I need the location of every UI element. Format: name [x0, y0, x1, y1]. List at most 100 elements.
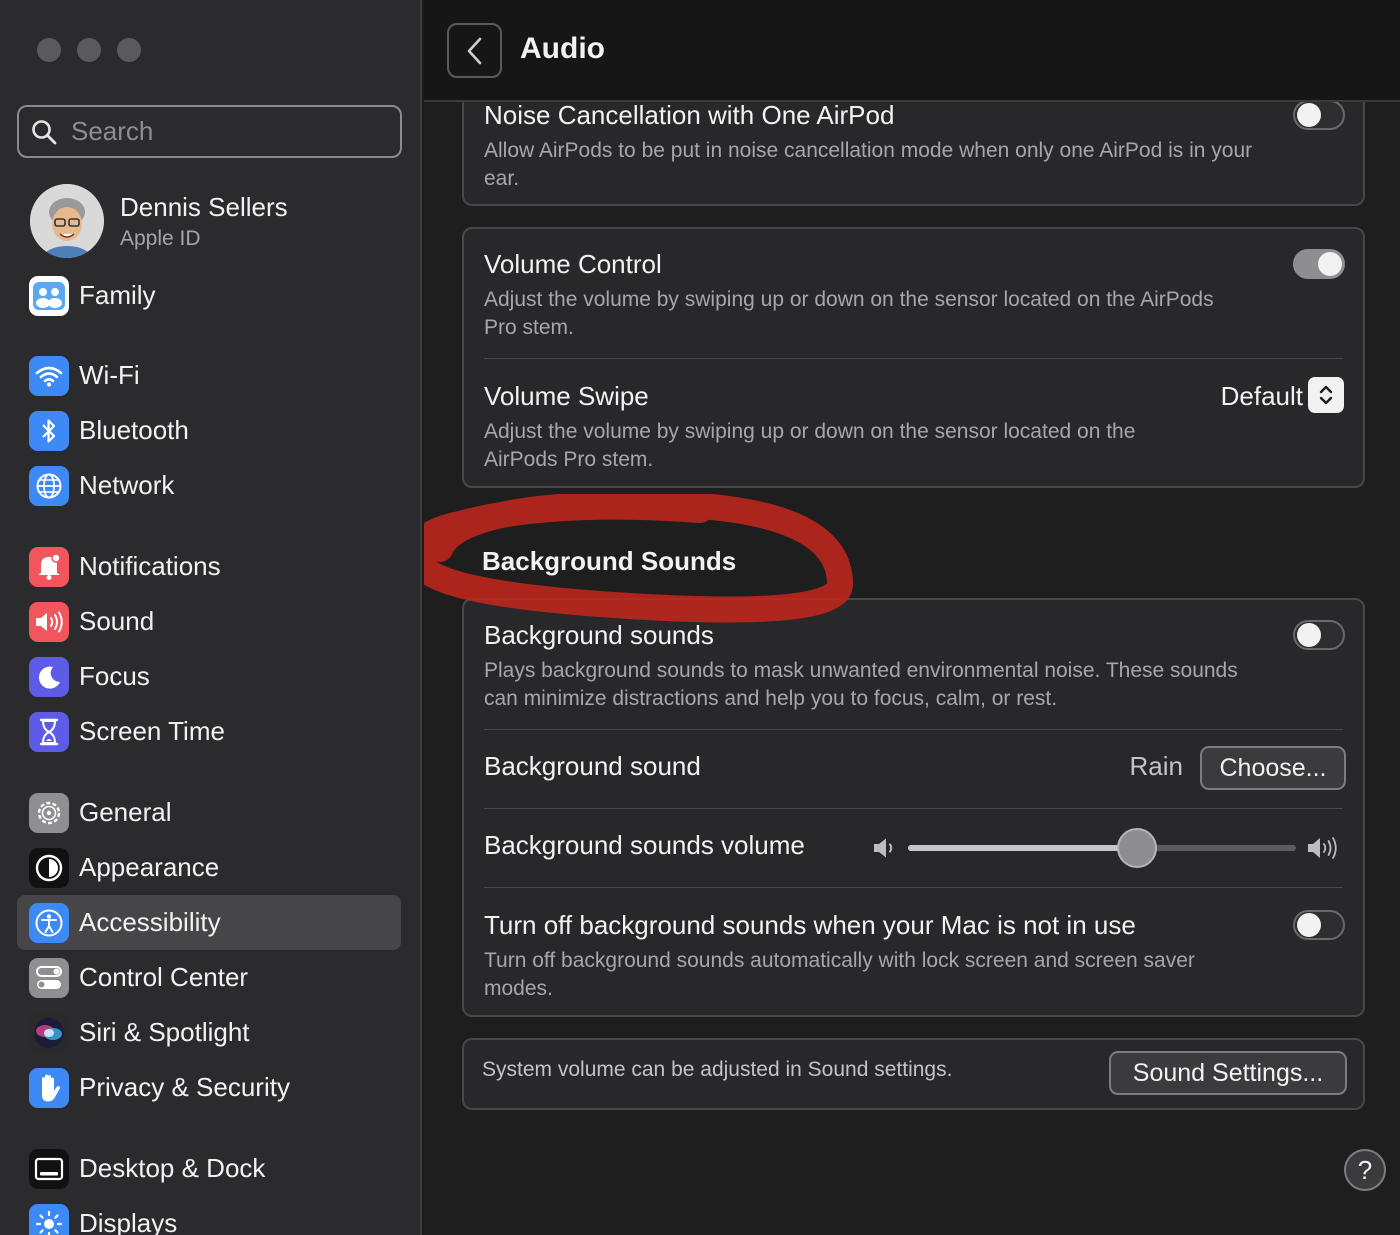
row-title: Volume Swipe: [484, 381, 649, 411]
search-field[interactable]: [17, 105, 402, 158]
sidebar-item-label: Appearance: [79, 852, 220, 882]
row-description: Plays background sounds to mask unwanted…: [484, 659, 1238, 710]
minimize-window-button[interactable]: [77, 38, 101, 62]
choose-sound-button[interactable]: Choose...: [1200, 746, 1346, 790]
window-controls: [37, 38, 141, 62]
system-volume-card: System volume can be adjusted in Sound s…: [462, 1038, 1365, 1110]
background-volume-slider[interactable]: [908, 828, 1296, 868]
sidebar-item-label: Bluetooth: [79, 415, 189, 445]
sidebar-item-label: Desktop & Dock: [79, 1153, 266, 1183]
background-sounds-card: Background sounds Plays background sound…: [462, 598, 1365, 1017]
speaker-icon: [29, 601, 69, 642]
sidebar-item-label: Family: [79, 280, 156, 310]
dock-icon: [29, 1148, 69, 1189]
zoom-window-button[interactable]: [117, 38, 141, 62]
row-description: Adjust the volume by swiping up or down …: [484, 288, 1214, 339]
volume-low-icon: [874, 838, 893, 858]
accessibility-icon: [29, 902, 69, 943]
volume-swipe-stepper[interactable]: [1308, 377, 1344, 413]
close-window-button[interactable]: [37, 38, 61, 62]
sidebar-item-label: Sound: [79, 606, 155, 636]
search-input[interactable]: [71, 116, 371, 147]
gear-icon: [29, 792, 69, 833]
volume-card: Volume Control Adjust the volume by swip…: [462, 227, 1365, 488]
slider-thumb[interactable]: [1117, 828, 1157, 868]
sidebar-item-general[interactable]: General: [17, 785, 401, 840]
sidebar-item-label: Notifications: [79, 551, 221, 581]
page-title: Audio: [520, 32, 605, 65]
moon-icon: [29, 656, 69, 697]
sidebar-item-wifi[interactable]: Wi-Fi: [17, 348, 401, 403]
sidebar-item-label: Focus: [79, 661, 150, 691]
chevron-left-icon: [467, 37, 481, 64]
divider: [484, 808, 1343, 809]
volume-swipe-value[interactable]: Default: [1221, 381, 1303, 412]
bell-icon: [29, 546, 69, 587]
divider: [484, 729, 1343, 730]
sidebar-item-appearance[interactable]: Appearance: [17, 840, 401, 895]
system-volume-note: System volume can be adjusted in Sound s…: [482, 1058, 953, 1081]
family-icon: [29, 275, 69, 316]
sidebar-item-sound[interactable]: Sound: [17, 594, 401, 649]
sidebar-item-label: Control Center: [79, 962, 249, 992]
wifi-icon: [29, 355, 69, 396]
row-description: Allow AirPods to be put in noise cancell…: [484, 139, 1253, 190]
sidebar-item-notifications[interactable]: Notifications: [17, 539, 401, 594]
row-title: Volume Control: [484, 249, 662, 279]
volume-control-toggle[interactable]: [1293, 249, 1345, 279]
avatar: [30, 184, 104, 258]
appearance-icon: [29, 847, 69, 888]
chevron-up-down-icon: [1319, 385, 1333, 405]
globe-icon: [29, 465, 69, 506]
sidebar-item-label: Accessibility: [79, 907, 221, 937]
row-title: Noise Cancellation with One AirPod: [484, 100, 895, 130]
bluetooth-icon: [29, 410, 69, 451]
background-sounds-toggle[interactable]: [1293, 620, 1345, 650]
volume-control-row: Volume Control Adjust the volume by swip…: [484, 249, 1343, 342]
sidebar-item-siri-spotlight[interactable]: Siri & Spotlight: [17, 1005, 401, 1060]
title-bar: Audio: [424, 0, 1400, 102]
sidebar-item-label: Displays: [79, 1208, 178, 1235]
background-sounds-heading: Background Sounds: [482, 546, 737, 576]
row-description: Turn off background sounds automatically…: [484, 949, 1195, 1000]
main-panel: Audio Noise Cancellation with One AirPod…: [424, 0, 1400, 1235]
profile-subtitle: Apple ID: [120, 226, 201, 250]
sidebar-item-label: Siri & Spotlight: [79, 1017, 250, 1047]
sidebar-item-label: Screen Time: [79, 716, 225, 746]
sun-icon: [29, 1203, 69, 1235]
siri-icon: [29, 1012, 69, 1053]
volume-swipe-row: Volume Swipe Adjust the volume by swipin…: [484, 381, 1343, 474]
turn-off-background-toggle[interactable]: [1293, 910, 1345, 940]
row-title: Turn off background sounds when your Mac…: [484, 910, 1136, 940]
sidebar-item-privacy-security[interactable]: Privacy & Security: [17, 1060, 401, 1115]
sidebar-item-label: Wi-Fi: [79, 360, 140, 390]
sidebar-item-displays[interactable]: Displays: [17, 1196, 401, 1235]
back-button[interactable]: [447, 23, 502, 78]
help-button[interactable]: ?: [1344, 1149, 1386, 1191]
sidebar-item-control-center[interactable]: Control Center: [17, 950, 401, 1005]
sidebar-item-label: General: [79, 797, 172, 827]
row-description: Adjust the volume by swiping up or down …: [484, 420, 1136, 471]
sidebar-item-label: Privacy & Security: [79, 1072, 290, 1102]
sidebar-item-bluetooth[interactable]: Bluetooth: [17, 403, 401, 458]
noise-cancellation-toggle[interactable]: [1293, 100, 1345, 130]
profile-name: Dennis Sellers: [120, 191, 288, 222]
sound-settings-button[interactable]: Sound Settings...: [1109, 1051, 1347, 1095]
sidebar-item-screen-time[interactable]: Screen Time: [17, 704, 401, 759]
background-sounds-toggle-row: Background sounds Plays background sound…: [484, 620, 1343, 713]
sidebar-item-family[interactable]: Family: [17, 268, 401, 323]
turn-off-background-row: Turn off background sounds when your Mac…: [484, 910, 1343, 1003]
sidebar-item-desktop-dock[interactable]: Desktop & Dock: [17, 1141, 401, 1196]
sidebar-item-network[interactable]: Network: [17, 458, 401, 513]
noise-cancellation-row: Noise Cancellation with One AirPod Allow…: [484, 100, 1343, 193]
slider-fill: [908, 845, 1137, 851]
apple-id-profile[interactable]: Dennis Sellers Apple ID: [30, 184, 288, 258]
row-title: Background sounds: [484, 620, 714, 650]
sidebar-item-label: Network: [79, 470, 175, 500]
sidebar-item-focus[interactable]: Focus: [17, 649, 401, 704]
search-icon: [32, 119, 57, 144]
sidebar-item-accessibility[interactable]: Accessibility: [17, 895, 401, 950]
hand-icon: [29, 1067, 69, 1108]
sidebar: Dennis Sellers Apple ID Family Wi-Fi: [0, 0, 422, 1235]
control-center-icon: [29, 957, 69, 998]
